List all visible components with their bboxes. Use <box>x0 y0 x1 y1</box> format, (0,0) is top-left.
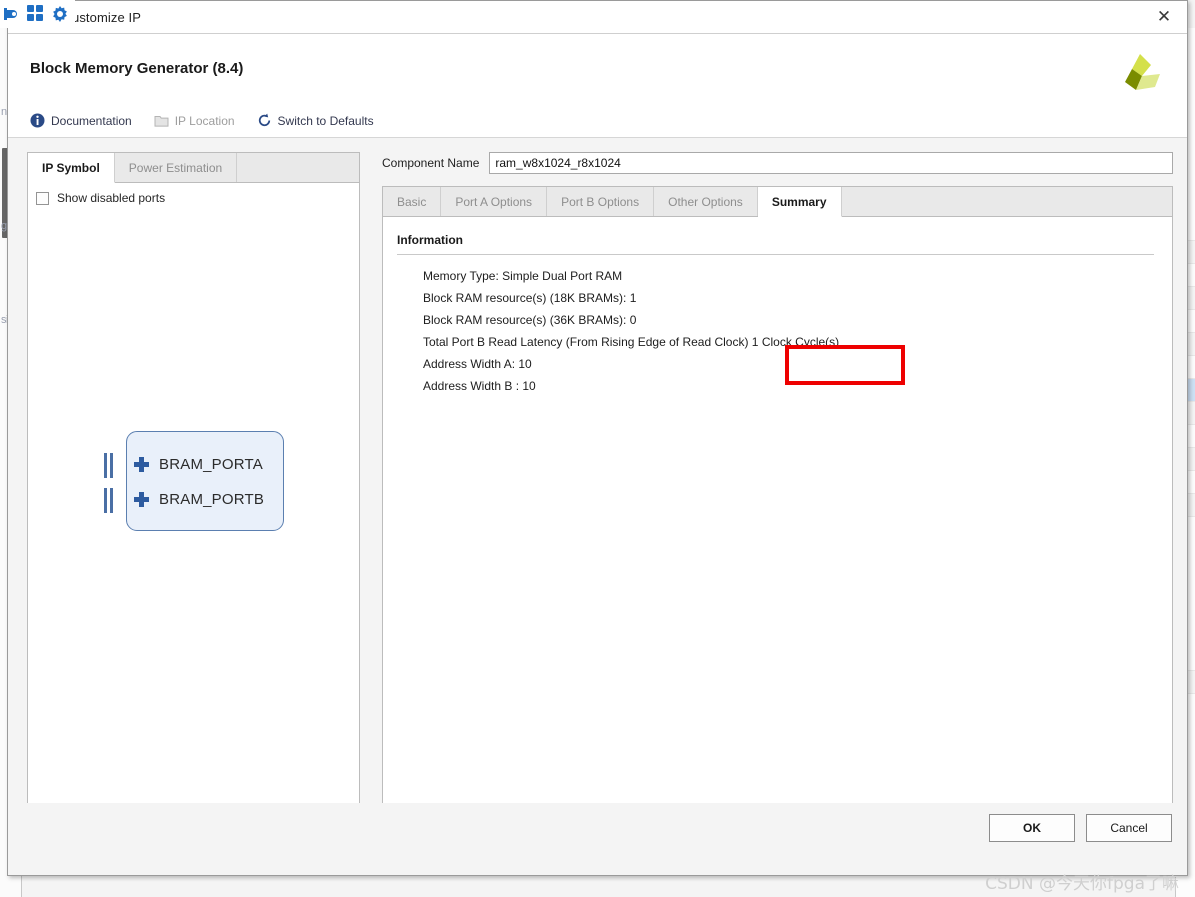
dialog-toolbar: Documentation IP Location Switch to Defa… <box>8 104 1187 138</box>
xilinx-logo <box>1115 52 1165 100</box>
options-tabpanel: Basic Port A Options Port B Options Othe… <box>382 186 1173 838</box>
show-disabled-ports-label: Show disabled ports <box>57 191 166 205</box>
dialog-footer: OK Cancel <box>8 803 1187 875</box>
ip-symbol-panel: IP Symbol Power Estimation Show disabled… <box>27 152 360 838</box>
documentation-link[interactable]: Documentation <box>30 113 132 128</box>
grid-blocks-icon[interactable] <box>27 5 45 23</box>
ip-location-link: IP Location <box>154 113 235 128</box>
tab-port-a-options[interactable]: Port A Options <box>441 187 548 216</box>
tab-summary[interactable]: Summary <box>757 187 842 217</box>
expand-plus-icon[interactable] <box>134 457 149 472</box>
bram-symbol-diagram: BRAM_PORTA BRAM_PORTB <box>104 431 284 531</box>
component-name-label: Component Name <box>382 156 480 170</box>
close-icon[interactable]: ✕ <box>1141 1 1187 33</box>
bus-connector-icon <box>104 488 115 513</box>
left-tabstrip-filler <box>237 153 359 182</box>
component-name-input[interactable] <box>489 152 1173 174</box>
info-memory-type: Memory Type: Simple Dual Port RAM <box>423 269 623 283</box>
folder-icon <box>154 113 169 128</box>
cancel-button[interactable]: Cancel <box>1086 814 1172 842</box>
bram-port-b-label: BRAM_PORTB <box>159 491 265 508</box>
switch-to-defaults-link[interactable]: Switch to Defaults <box>257 113 374 128</box>
watermark-text: CSDN @今天你fpga了嘛 <box>985 874 1179 894</box>
tab-power-estimation[interactable]: Power Estimation <box>114 153 238 182</box>
info-address-width-b: Address Width B : 10 <box>423 379 536 393</box>
bram-port-b-row[interactable]: BRAM_PORTB <box>134 491 264 508</box>
options-tabstrip-filler <box>841 187 1172 216</box>
refresh-icon <box>257 113 272 128</box>
bram-port-a-label: BRAM_PORTA <box>159 456 263 473</box>
tab-basic[interactable]: Basic <box>383 187 442 216</box>
tab-port-b-options[interactable]: Port B Options <box>547 187 655 216</box>
ip-location-label: IP Location <box>174 113 235 128</box>
app-toolbar-icons <box>0 0 75 28</box>
dialog-titlebar: ustomize IP ✕ <box>8 1 1187 34</box>
gear-icon[interactable] <box>51 5 69 23</box>
expand-plus-icon[interactable] <box>134 492 149 507</box>
background-left-fragment: g <box>1 220 7 232</box>
tab-ip-symbol[interactable]: IP Symbol <box>28 153 115 183</box>
customize-ip-dialog: ustomize IP ✕ Block Memory Generator (8.… <box>7 0 1188 876</box>
bram-symbol-box <box>126 431 284 531</box>
documentation-label: Documentation <box>51 113 132 128</box>
left-tabstrip: IP Symbol Power Estimation <box>28 153 359 183</box>
options-tabstrip: Basic Port A Options Port B Options Othe… <box>383 187 1172 217</box>
bus-connector-icon <box>104 453 115 478</box>
dialog-body: IP Symbol Power Estimation Show disabled… <box>8 138 1187 838</box>
info-address-width-a: Address Width A: 10 <box>423 357 532 371</box>
component-name-row: Component Name <box>382 152 1173 174</box>
information-heading: Information <box>397 233 1154 255</box>
ok-button[interactable]: OK <box>989 814 1075 842</box>
show-disabled-ports-row[interactable]: Show disabled ports <box>28 183 359 205</box>
bram-port-a-row[interactable]: BRAM_PORTA <box>134 456 263 473</box>
background-left-fragment: n <box>1 106 7 118</box>
page-title: Block Memory Generator (8.4) <box>30 60 244 77</box>
configuration-panel: Component Name Basic Port A Options Port… <box>382 152 1173 838</box>
show-disabled-ports-checkbox[interactable] <box>36 191 49 205</box>
dialog-header: Block Memory Generator (8.4) <box>8 34 1187 104</box>
ip-symbol-canvas: Show disabled ports BRAM_PORTA BRAM_PORT… <box>28 183 359 837</box>
info-bram-36k: Block RAM resource(s) (36K BRAMs): 0 <box>423 313 637 327</box>
tab-other-options[interactable]: Other Options <box>654 187 758 216</box>
switch-to-defaults-label: Switch to Defaults <box>277 113 374 128</box>
vivado-pin-icon[interactable] <box>3 5 21 23</box>
info-bram-18k: Block RAM resource(s) (18K BRAMs): 1 <box>423 291 637 305</box>
info-port-b-read-latency: Total Port B Read Latency (From Rising E… <box>423 335 840 349</box>
info-icon <box>30 113 45 128</box>
summary-content: Information Memory Type: Simple Dual Por… <box>383 217 1172 837</box>
